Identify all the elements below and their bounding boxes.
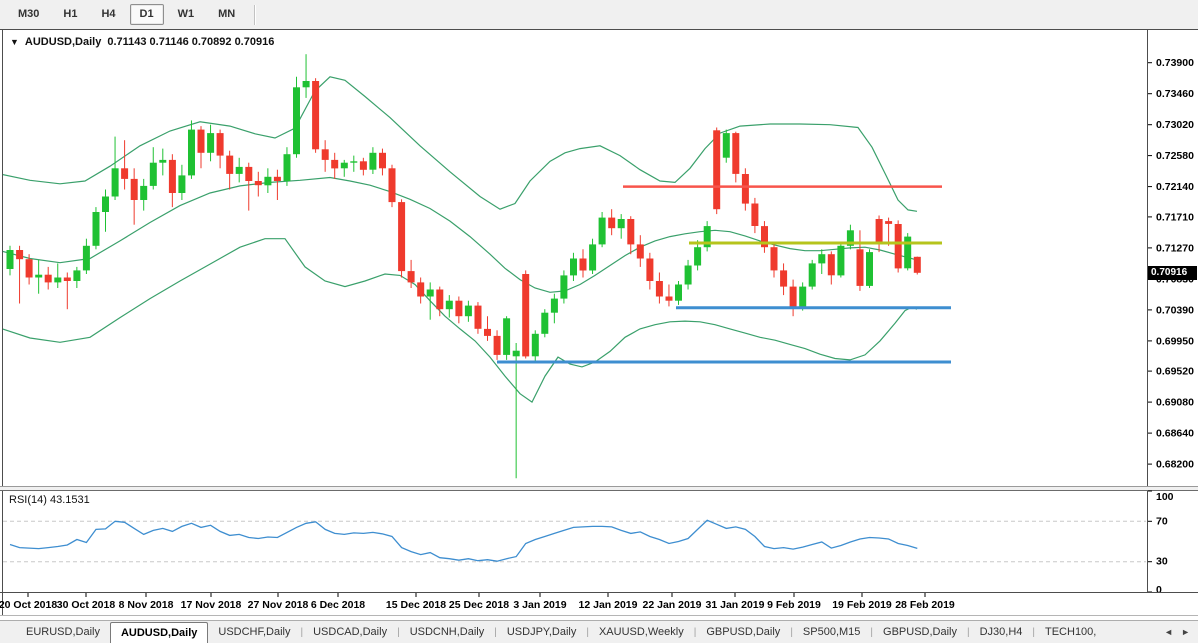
timeframe-button-h4[interactable]: H4 (91, 4, 125, 25)
timeframe-button-mn[interactable]: MN (208, 4, 245, 25)
svg-text:25 Dec 2018: 25 Dec 2018 (449, 599, 509, 611)
svg-text:0.72580: 0.72580 (1156, 150, 1194, 162)
timeframe-button-h1[interactable]: H1 (53, 4, 87, 25)
svg-text:12 Jan 2019: 12 Jan 2019 (579, 599, 638, 611)
tab-audusd-daily[interactable]: AUDUSD,Daily (110, 622, 208, 643)
tab-xauusd-weekly[interactable]: XAUUSD,Weekly (589, 621, 694, 643)
svg-text:0.68200: 0.68200 (1156, 459, 1194, 471)
svg-text:28 Feb 2019: 28 Feb 2019 (895, 599, 955, 611)
rsi-indicator-label: RSI(14) 43.1531 (9, 494, 90, 506)
timeframe-button-w1[interactable]: W1 (168, 4, 205, 25)
chart-ohlc-values: 0.71143 0.71146 0.70892 0.70916 (107, 36, 274, 48)
svg-text:9 Feb 2019: 9 Feb 2019 (767, 599, 821, 611)
timeframe-toolbar: M30H1H4D1W1MN (0, 0, 1198, 29)
svg-text:22 Jan 2019: 22 Jan 2019 (643, 599, 702, 611)
svg-text:30 Oct 2018: 30 Oct 2018 (57, 599, 116, 611)
svg-text:30: 30 (1156, 556, 1168, 568)
chart-plot-area[interactable]: 0.73900 0.73460 0.73020 0.72580 0.72140 0.717… (0, 29, 1198, 620)
svg-text:0.73900: 0.73900 (1156, 57, 1194, 69)
tab-usdchf-daily[interactable]: USDCHF,Daily (208, 621, 300, 643)
svg-text:6 Dec 2018: 6 Dec 2018 (311, 599, 365, 611)
tab-tech100-[interactable]: TECH100, (1035, 621, 1106, 643)
svg-text:31 Jan 2019: 31 Jan 2019 (706, 599, 765, 611)
svg-text:0.68640: 0.68640 (1156, 428, 1194, 440)
mt4-window: { "toolbar": { "timeframes": [ {"label":… (0, 0, 1198, 643)
chart-title: ▼ AUDUSD,Daily 0.71143 0.71146 0.70892 0… (10, 36, 274, 48)
timeframe-button-m30[interactable]: M30 (8, 4, 49, 25)
tab-dj30-h4[interactable]: DJ30,H4 (970, 621, 1033, 643)
svg-text:0.69950: 0.69950 (1156, 335, 1194, 347)
tab-usdjpy-daily[interactable]: USDJPY,Daily (497, 621, 587, 643)
toolbar-separator (254, 5, 256, 25)
chart-symbol-label: AUDUSD,Daily (25, 36, 101, 48)
svg-text:0.71710: 0.71710 (1156, 211, 1194, 223)
svg-text:0.69080: 0.69080 (1156, 397, 1194, 409)
svg-text:0.73460: 0.73460 (1156, 88, 1194, 100)
svg-text:0.71270: 0.71270 (1156, 242, 1194, 254)
current-price-tag: 0.70916 (1148, 266, 1197, 280)
tab-usdcad-daily[interactable]: USDCAD,Daily (303, 621, 397, 643)
tab-eurusd-daily[interactable]: EURUSD,Daily (16, 621, 110, 643)
svg-text:17 Nov 2018: 17 Nov 2018 (181, 599, 242, 611)
tab-usdcnh-daily[interactable]: USDCNH,Daily (400, 621, 495, 643)
svg-text:3 Jan 2019: 3 Jan 2019 (513, 599, 566, 611)
symbol-tabbar: EURUSD,DailyAUDUSD,DailyUSDCHF,Daily|USD… (0, 620, 1198, 643)
tab-gbpusd-daily[interactable]: GBPUSD,Daily (873, 621, 967, 643)
svg-text:27 Nov 2018: 27 Nov 2018 (248, 599, 309, 611)
svg-text:0: 0 (1156, 584, 1162, 596)
chart-collapse-icon[interactable]: ▼ (10, 37, 19, 47)
tabs-scroll-right-icon[interactable]: ► (1181, 627, 1190, 637)
tab-gbpusd-daily[interactable]: GBPUSD,Daily (696, 621, 790, 643)
svg-text:15 Dec 2018: 15 Dec 2018 (386, 599, 446, 611)
svg-text:20 Oct 2018: 20 Oct 2018 (0, 599, 57, 611)
svg-text:100: 100 (1156, 491, 1174, 503)
timeframe-button-d1[interactable]: D1 (130, 4, 164, 25)
svg-text:0.69520: 0.69520 (1156, 366, 1194, 378)
svg-text:0.70390: 0.70390 (1156, 304, 1194, 316)
svg-text:70: 70 (1156, 515, 1168, 527)
svg-text:19 Feb 2019: 19 Feb 2019 (832, 599, 892, 611)
tab-sp500-m15[interactable]: SP500,M15 (793, 621, 870, 643)
svg-text:0.73020: 0.73020 (1156, 119, 1194, 131)
tabs-scroll-left-icon[interactable]: ◄ (1164, 627, 1173, 637)
svg-text:0.72140: 0.72140 (1156, 181, 1194, 193)
svg-text:8 Nov 2018: 8 Nov 2018 (119, 599, 174, 611)
